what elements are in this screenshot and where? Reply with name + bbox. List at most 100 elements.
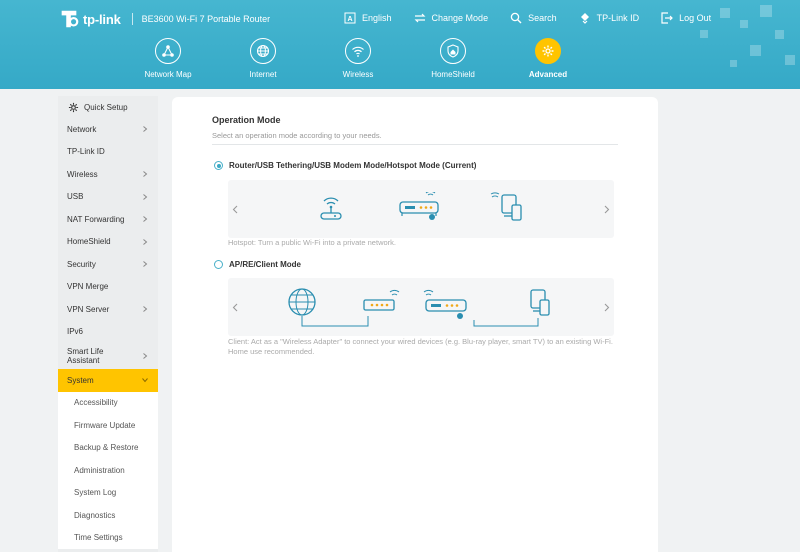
chevron-right-icon [143,193,148,200]
change-mode-link[interactable]: Change Mode [414,12,488,24]
sidebar-item-usb[interactable]: USB [58,186,158,209]
chevron-right-icon [143,353,148,359]
sidebar-subitem-time-settings[interactable]: Time Settings [58,526,158,549]
sidebar-item-label: NAT Forwarding [67,214,125,224]
svg-text:A: A [347,16,352,23]
sidebar-subitem-diagnostics[interactable]: Diagnostics [58,504,158,527]
top-links: A English Change Mode Search TP-Link ID … [344,12,711,24]
sidebar-item-label: HomeShield [67,237,111,247]
sidebar-subitem-accessibility[interactable]: Accessibility [58,391,158,414]
sidebar-item-smart-life-assistant[interactable]: Smart Life Assistant [58,343,158,369]
sidebar-item-vpn-merge[interactable]: VPN Merge [58,276,158,299]
nav-advanced-circle [535,38,561,64]
router-mode-radio[interactable] [214,161,223,170]
brand-separator [131,13,133,25]
ap-re-client-mode-hint: Client: Act as a "Wireless Adapter" to c… [228,337,613,356]
title-divider [212,144,618,145]
nav-wireless-circle [345,38,371,64]
router-diagram-prev-button[interactable] [230,202,240,216]
sidebar-item-wireless[interactable]: Wireless [58,163,158,186]
search-icon [510,12,522,24]
sidebar-subitem-system-log[interactable]: System Log [58,481,158,504]
operation-mode-card: Operation Mode Select an operation mode … [172,97,658,552]
page-title: Operation Mode [212,115,281,125]
nav-homeshield[interactable]: HomeShield [423,38,483,79]
nav-homeshield-label: HomeShield [431,70,475,79]
logout-icon [661,12,673,24]
main-nav: Network Map Internet Wireless HomeShield… [0,38,800,86]
router-mode-hint: Hotspot: Turn a public Wi-Fi into a priv… [228,238,396,247]
router-mode-diagram [228,180,614,238]
logout-label: Log Out [679,13,712,23]
nav-advanced[interactable]: Advanced [518,38,578,79]
top-header: tp-link BE3600 Wi-Fi 7 Portable Router A… [0,0,800,89]
chevron-right-icon [143,216,148,223]
sidebar-item-ipv6[interactable]: IPv6 [58,321,158,344]
sidebar-subitem-firmware-update[interactable]: Firmware Update [58,414,158,437]
brand[interactable]: tp-link BE3600 Wi-Fi 7 Portable Router [58,8,270,30]
search-label: Search [528,13,557,23]
sidebar-item-homeshield[interactable]: HomeShield [58,231,158,254]
sidebar-item-label: VPN Merge [67,282,109,292]
client-diagram-prev-button[interactable] [230,300,240,314]
model-name: BE3600 Wi-Fi 7 Portable Router [141,14,271,24]
language-icon: A [344,12,356,24]
search-link[interactable]: Search [510,12,557,24]
tplink-logo-icon [61,10,79,28]
language-label: English [362,13,392,23]
sidebar-item-label: IPv6 [67,327,84,337]
chevron-right-icon [143,306,148,313]
ap-re-client-mode-radio[interactable] [214,260,223,269]
sidebar-item-nat-forwarding[interactable]: NAT Forwarding [58,208,158,231]
chevron-left-icon [232,303,238,311]
nav-network-map-label: Network Map [144,70,192,79]
ap-re-client-mode-label: AP/RE/Client Mode [229,260,302,269]
nav-wireless-label: Wireless [342,70,374,79]
chevron-right-icon [143,171,148,178]
hotspot-router-icon [320,197,342,220]
sidebar-item-label: VPN Server [67,304,110,314]
client-diagram-next-button[interactable] [602,300,612,314]
nav-network-map[interactable]: Network Map [138,38,198,79]
portable-router-icon [399,192,439,220]
nav-internet[interactable]: Internet [233,38,293,79]
nav-internet-label: Internet [249,70,277,79]
router-diagram-next-button[interactable] [602,202,612,216]
sidebar: Quick Setup Network TP-Link ID Wireless … [58,96,158,552]
quick-setup-icon [68,102,79,112]
nav-internet-circle [250,38,276,64]
router-mode-option[interactable]: Router/USB Tethering/USB Modem Mode/Hots… [214,161,476,170]
language-link[interactable]: A English [344,12,392,24]
change-mode-icon [414,13,425,23]
tplink-id-label: TP-Link ID [596,13,640,23]
quick-setup-button[interactable]: Quick Setup [58,96,158,118]
nav-homeshield-circle [440,38,466,64]
chevron-down-icon [142,378,148,383]
nav-wireless[interactable]: Wireless [328,38,388,79]
sidebar-item-network[interactable]: Network [58,118,158,141]
sidebar-subitem-backup-restore[interactable]: Backup & Restore [58,436,158,459]
sidebar-subitem-administration[interactable]: Administration [58,459,158,482]
client-mode-connection-icon [288,288,550,327]
globe-icon [256,44,270,58]
nav-network-map-circle [155,38,181,64]
sidebar-item-label: Smart Life Assistant [67,347,104,365]
router-mode-label: Router/USB Tethering/USB Modem Mode/Hots… [229,161,477,170]
chevron-right-icon [143,126,148,133]
chevron-right-icon [604,205,610,213]
wifi-icon [352,46,364,57]
sidebar-item-label: Network [67,124,97,134]
gear-icon [542,45,554,57]
sidebar-item-system[interactable]: System [58,369,158,392]
client-devices-icon [490,192,522,221]
network-map-icon [162,45,174,57]
ap-re-client-mode-option[interactable]: AP/RE/Client Mode [214,260,301,269]
sidebar-item-label: USB [67,192,84,202]
sidebar-item-vpn-server[interactable]: VPN Server [58,298,158,321]
sidebar-item-tplink-id[interactable]: TP-Link ID [58,141,158,164]
tplink-id-link[interactable]: TP-Link ID [579,12,640,24]
page-description: Select an operation mode according to yo… [212,131,382,140]
chevron-right-icon [143,261,148,268]
logout-link[interactable]: Log Out [661,12,711,24]
sidebar-item-security[interactable]: Security [58,253,158,276]
